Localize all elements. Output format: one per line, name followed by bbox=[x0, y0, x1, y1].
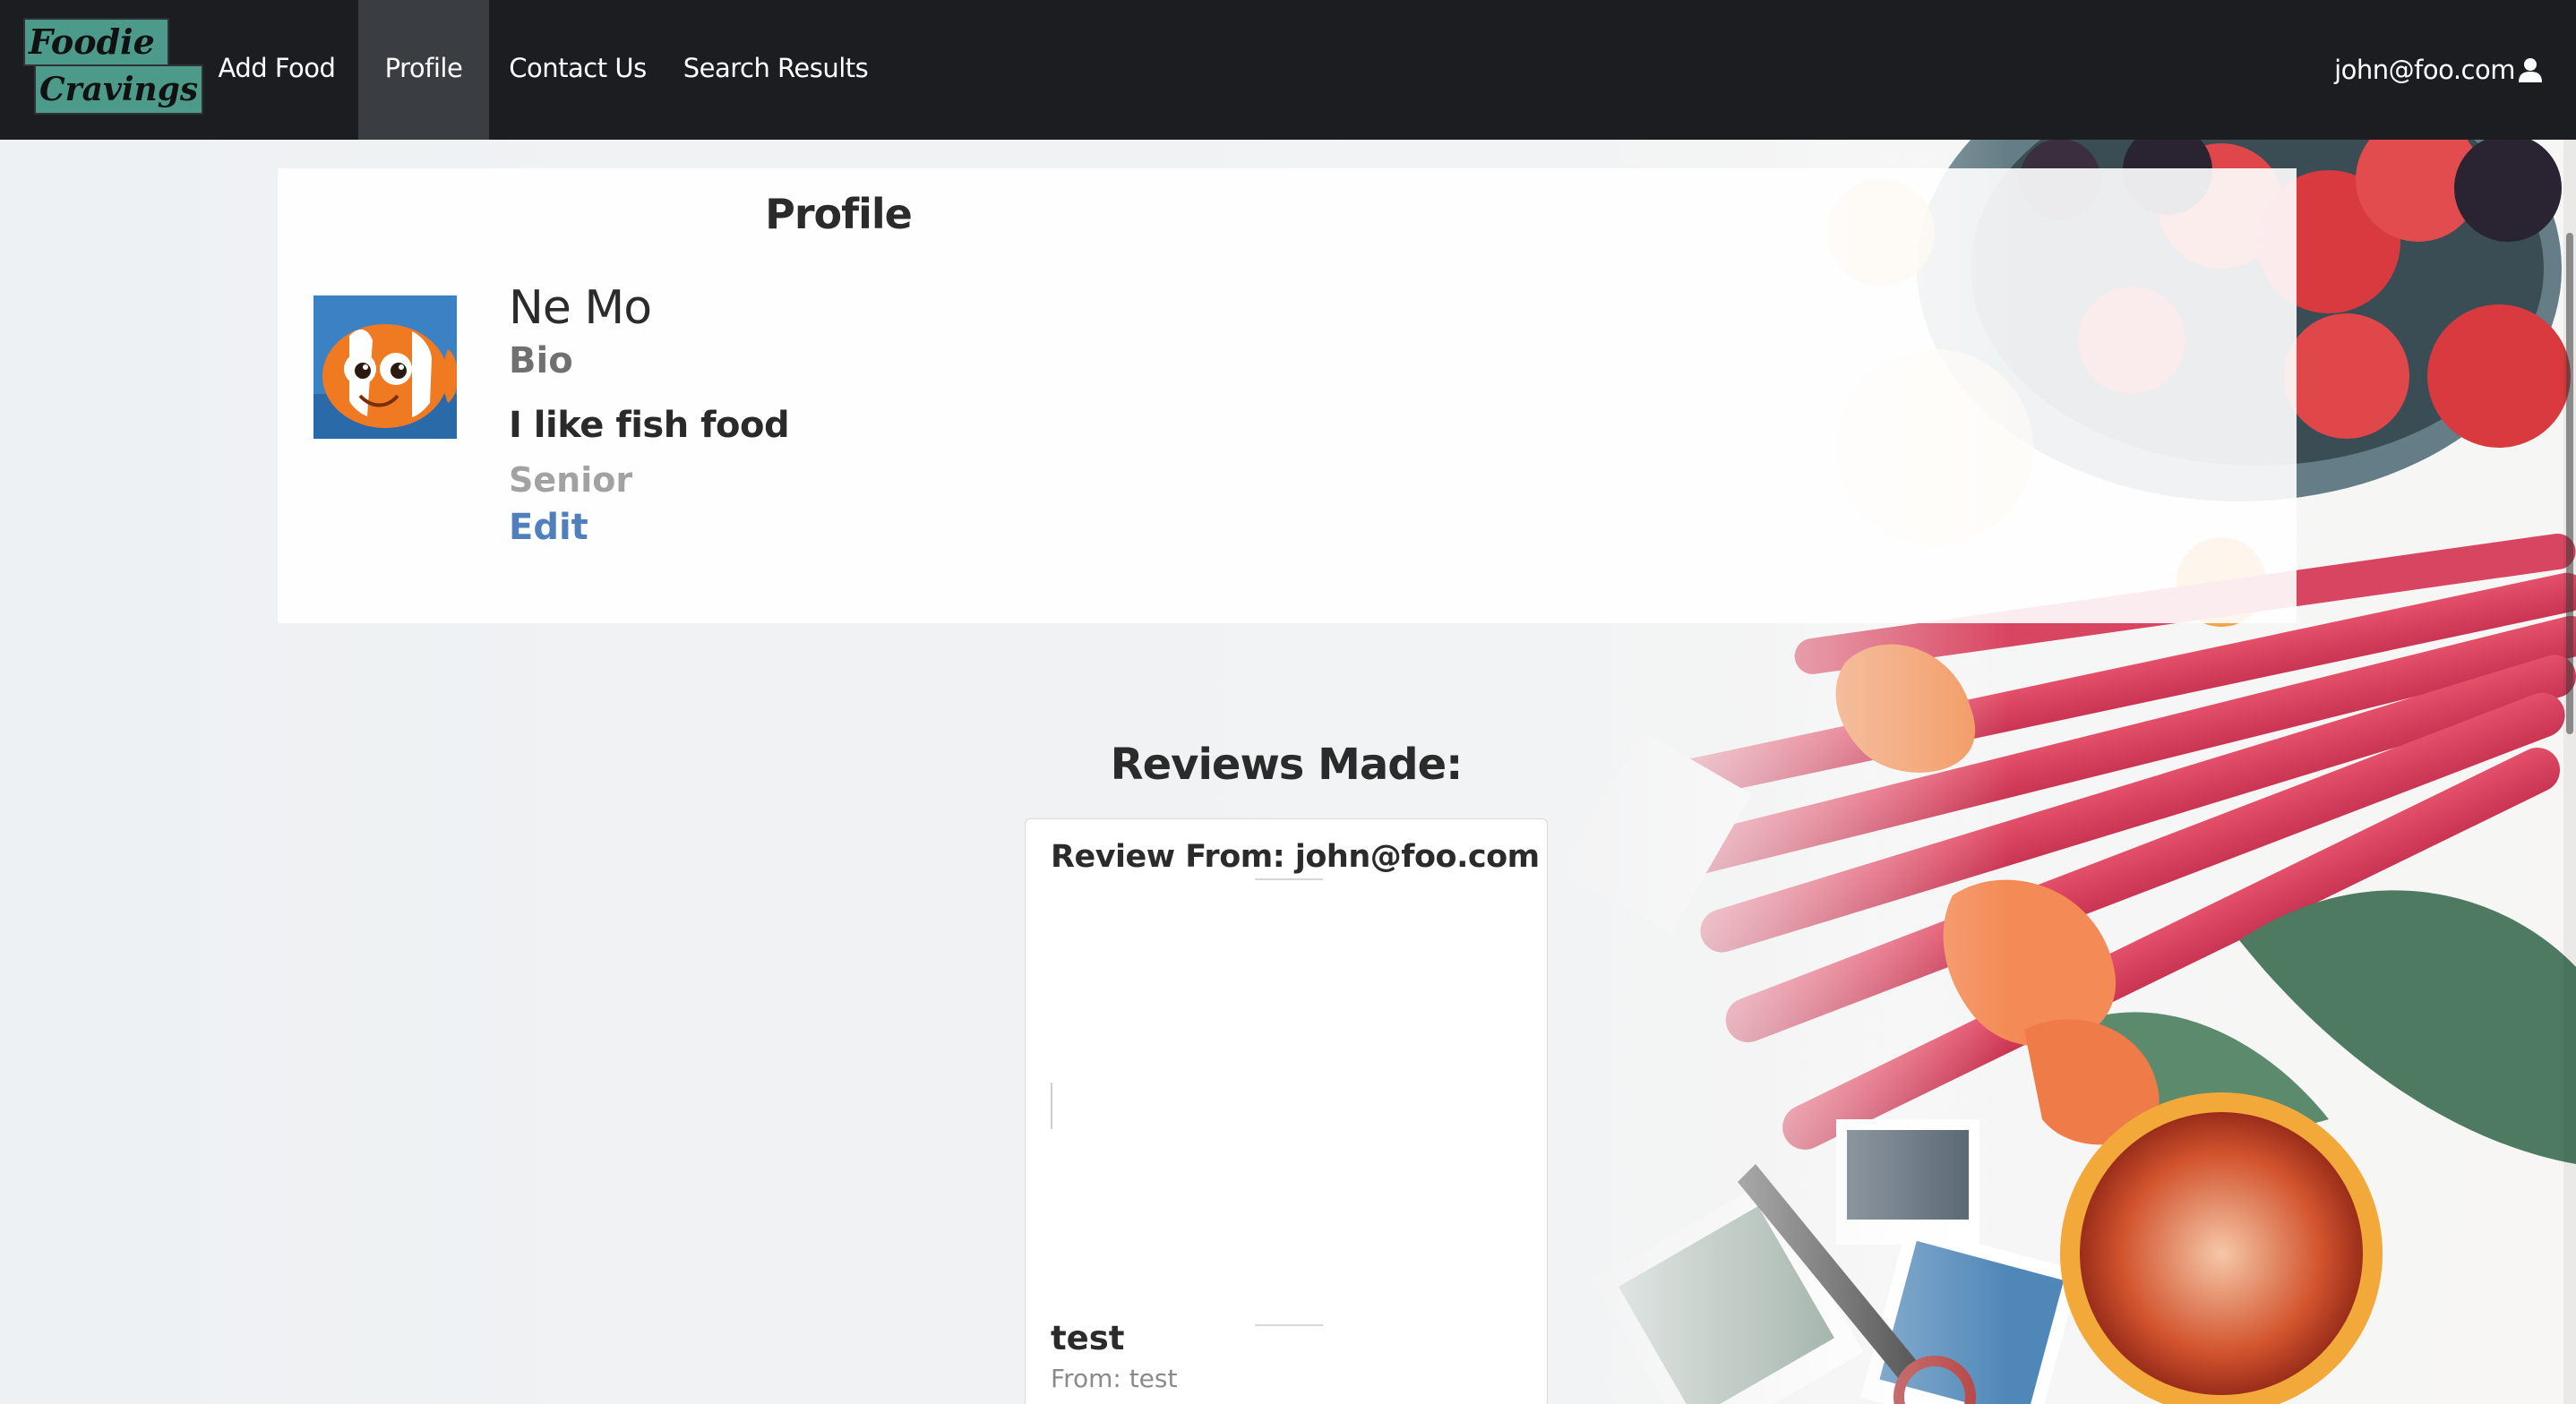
brand-logo[interactable]: Foodie Cravings bbox=[23, 18, 204, 116]
user-icon bbox=[2519, 57, 2542, 82]
review-author: From: test bbox=[1051, 1364, 1178, 1393]
bio-label: Bio bbox=[509, 340, 573, 381]
profile-card: Profile Ne Mo Bio I like fish food Senio… bbox=[278, 168, 2297, 623]
review-card: Review From: john@foo.com test From: tes… bbox=[1025, 818, 1548, 1404]
clownfish-avatar bbox=[313, 295, 457, 439]
page-scrollbar[interactable] bbox=[2563, 140, 2576, 1404]
user-level: Senior bbox=[509, 460, 633, 500]
review-title: test bbox=[1051, 1319, 1125, 1357]
reviews-heading: Reviews Made: bbox=[1110, 740, 1464, 790]
profile-name: Ne Mo bbox=[509, 281, 652, 335]
user-email: john@foo.com bbox=[2334, 55, 2515, 85]
bio-text: I like fish food bbox=[509, 405, 790, 446]
nav-search-results[interactable]: Search Results bbox=[679, 0, 872, 140]
brand-line-2: Cravings bbox=[34, 64, 204, 115]
top-navbar: Foodie Cravings Add Food Profile Contact… bbox=[0, 0, 2576, 140]
user-menu[interactable]: john@foo.com bbox=[2334, 0, 2542, 140]
review-from: Review From: john@foo.com bbox=[1051, 839, 1540, 875]
nav-add-food[interactable]: Add Food bbox=[193, 0, 360, 140]
nav-profile[interactable]: Profile bbox=[358, 0, 489, 140]
divider bbox=[1255, 1324, 1323, 1326]
nav-contact-us[interactable]: Contact Us bbox=[493, 0, 663, 140]
scrollbar-thumb[interactable] bbox=[2566, 233, 2573, 734]
brand-line-1: Foodie bbox=[23, 18, 169, 66]
profile-title: Profile bbox=[765, 190, 913, 238]
review-image bbox=[1051, 1083, 1052, 1129]
divider bbox=[1255, 878, 1323, 880]
edit-profile-link[interactable]: Edit bbox=[509, 507, 588, 548]
